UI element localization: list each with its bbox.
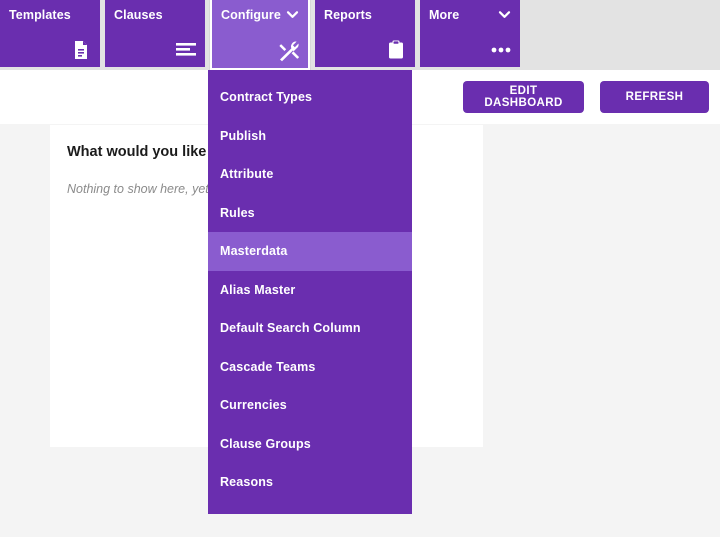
nav-tile-label: Clauses <box>114 8 197 22</box>
menu-item-clause-groups[interactable]: Clause Groups <box>208 425 412 464</box>
nav-tile-configure[interactable]: Configure <box>210 0 310 70</box>
chevron-down-icon[interactable] <box>286 8 299 21</box>
menu-item-contract-types[interactable]: Contract Types <box>208 78 412 117</box>
chevron-down-icon[interactable] <box>498 8 511 21</box>
tile-navigation-bar: Templates Clauses Configure <box>0 0 720 70</box>
menu-item-currencies[interactable]: Currencies <box>208 386 412 425</box>
menu-item-attribute[interactable]: Attribute <box>208 155 412 194</box>
menu-item-reasons[interactable]: Reasons <box>208 463 412 502</box>
list-lines-icon <box>175 39 197 61</box>
nav-tile-label: Reports <box>324 8 407 22</box>
menu-item-masterdata[interactable]: Masterdata <box>208 232 412 271</box>
card-empty-state-text: Nothing to show here, yet. <box>67 182 212 196</box>
menu-item-rules[interactable]: Rules <box>208 194 412 233</box>
edit-dashboard-button[interactable]: EDIT DASHBOARD <box>463 81 584 113</box>
nav-tile-label: Templates <box>9 8 92 22</box>
document-icon <box>70 39 92 61</box>
nav-tile-templates[interactable]: Templates <box>0 0 100 67</box>
menu-item-publish[interactable]: Publish <box>208 117 412 156</box>
nav-tile-more[interactable]: More <box>420 0 520 67</box>
refresh-button[interactable]: REFRESH <box>600 81 709 113</box>
menu-item-cascade-teams[interactable]: Cascade Teams <box>208 348 412 387</box>
configure-dropdown-menu: Contract Types Publish Attribute Rules M… <box>208 70 412 514</box>
ellipsis-icon <box>490 39 512 61</box>
nav-tile-clauses[interactable]: Clauses <box>105 0 205 67</box>
tools-icon <box>278 40 300 62</box>
nav-tile-reports[interactable]: Reports <box>315 0 415 67</box>
clipboard-icon <box>385 39 407 61</box>
menu-item-default-search-column[interactable]: Default Search Column <box>208 309 412 348</box>
menu-item-alias-master[interactable]: Alias Master <box>208 271 412 310</box>
